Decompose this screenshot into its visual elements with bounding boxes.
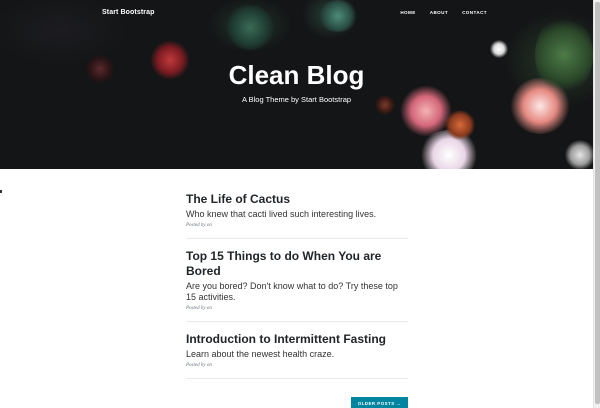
nav-links: HOME ABOUT CONTACT [400, 10, 487, 15]
post-title[interactable]: The Life of Cactus [186, 192, 408, 207]
site-title: Clean Blog [228, 60, 365, 90]
post-subtitle[interactable]: Who knew that cacti lived such interesti… [186, 209, 408, 220]
post-title[interactable]: Introduction to Intermittent Fasting [186, 332, 408, 347]
post-meta: Posted by on [186, 306, 212, 311]
older-posts-button[interactable]: OLDER POSTS → [351, 397, 408, 408]
site-subtitle: A Blog Theme by Start Bootstrap [241, 95, 352, 104]
nav-link-about[interactable]: ABOUT [430, 10, 448, 15]
site-heading: Clean Blog A Blog Theme by Start Bootstr… [0, 62, 593, 104]
post-meta: Posted by on [186, 363, 212, 368]
post-title[interactable]: Top 15 Things to do When You are Bored [186, 249, 408, 279]
masthead-header: Start Bootstrap HOME ABOUT CONTACT Clean… [0, 0, 593, 169]
post-preview[interactable]: The Life of Cactus Who knew that cacti l… [186, 192, 408, 239]
scrollbar-thumb[interactable] [595, 2, 600, 404]
post-list: The Life of Cactus Who knew that cacti l… [186, 192, 408, 389]
text-cursor [0, 190, 2, 193]
flower-decoration [445, 110, 475, 140]
post-subtitle[interactable]: Are you bored? Don't know what to do? Tr… [186, 281, 408, 303]
post-preview[interactable]: Top 15 Things to do When You are Bored A… [186, 249, 408, 322]
brand-link[interactable]: Start Bootstrap [102, 9, 154, 16]
nav-link-contact[interactable]: CONTACT [462, 10, 487, 15]
flower-decoration [490, 40, 508, 58]
navbar: Start Bootstrap HOME ABOUT CONTACT [0, 0, 593, 28]
page-scrollbar[interactable] [593, 0, 600, 408]
post-subtitle[interactable]: Learn about the newest health craze. [186, 349, 408, 360]
post-preview[interactable]: Introduction to Intermittent Fasting Lea… [186, 332, 408, 379]
flower-decoration [565, 140, 593, 169]
nav-link-home[interactable]: HOME [400, 10, 415, 15]
post-meta: Posted by on [186, 223, 212, 228]
